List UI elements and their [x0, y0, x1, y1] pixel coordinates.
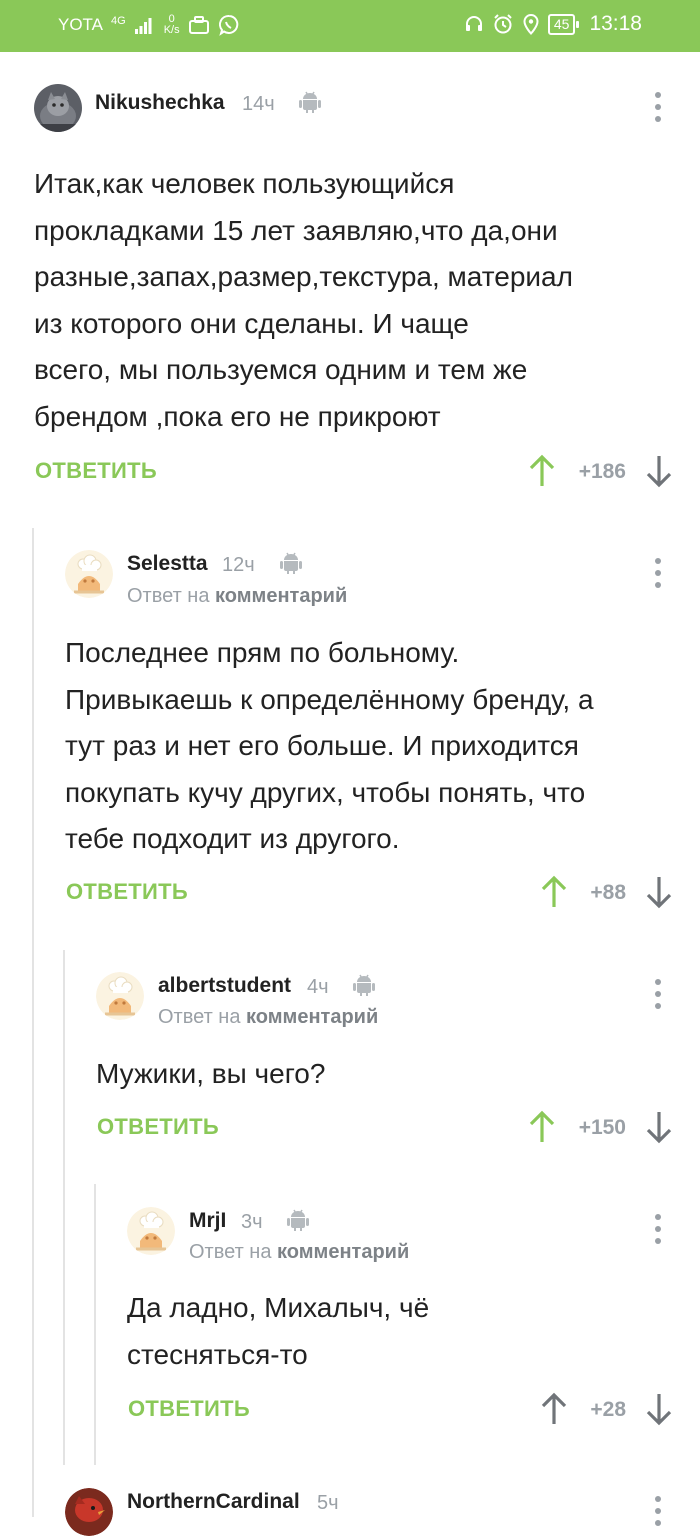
text-line: стесняться-то [127, 1338, 308, 1370]
battery-icon: 45 [547, 13, 579, 35]
arrow-down-icon[interactable] [645, 875, 673, 909]
username[interactable]: albertstudent [158, 974, 291, 998]
text-line: покупать кучу других, чтобы понять, что [65, 776, 586, 808]
reply-to-label: Ответ на комментарий [158, 1006, 378, 1029]
text-line: Привыкаешь к определённому бренду, а [65, 683, 594, 715]
arrow-up-icon[interactable] [528, 1110, 556, 1144]
comment-text: Да ладно, Михалыч, чё стесняться-то [127, 1285, 667, 1378]
location-icon [523, 13, 539, 35]
more-vertical-icon[interactable] [646, 977, 670, 1011]
text-line: тебе подходит из другого. [65, 823, 400, 854]
arrow-up-icon[interactable] [528, 454, 556, 488]
text-line: из которого они сделаны. И чаще [34, 307, 469, 339]
text-line: Да ладно, Михалыч, чё [127, 1292, 430, 1323]
android-icon [352, 974, 376, 997]
network-type: 4G [111, 14, 126, 27]
arrow-down-icon[interactable] [645, 1392, 673, 1426]
avatar[interactable] [127, 1207, 175, 1255]
arrow-down-icon[interactable] [645, 454, 673, 488]
arrow-down-icon[interactable] [645, 1110, 673, 1144]
username[interactable]: MrjI [189, 1209, 226, 1233]
viber-icon [218, 15, 238, 36]
avatar[interactable] [96, 972, 144, 1020]
signal-icon [134, 18, 152, 34]
text-line: всего, мы пользуемся одним и тем же [34, 354, 528, 385]
briefcase-icon [188, 16, 209, 34]
text-line: прокладками 15 лет заявляю,что да,они [34, 214, 558, 246]
status-bar: YOTA 4G 0 K/s 45 13:18 [0, 0, 700, 52]
more-vertical-icon[interactable] [646, 556, 670, 590]
reply-target-link[interactable]: комментарий [215, 585, 347, 607]
reply-target-link[interactable]: комментарий [277, 1241, 409, 1263]
vote-score: +150 [578, 1116, 626, 1139]
text-line: Итак,как человек пользующийся [34, 168, 455, 199]
more-vertical-icon[interactable] [646, 1212, 670, 1246]
carrier-label: YOTA [58, 15, 104, 34]
alarm-icon [494, 14, 512, 34]
more-vertical-icon[interactable] [646, 1494, 670, 1528]
comment-text: Мужики, вы чего? [96, 1051, 676, 1098]
reply-prefix: Ответ на [158, 1006, 241, 1028]
avatar[interactable] [34, 84, 82, 132]
reply-prefix: Ответ на [189, 1241, 272, 1263]
comment-time: 12ч [222, 554, 255, 576]
status-left: YOTA 4G 0 K/s [58, 14, 240, 36]
reply-to-label: Ответ на комментарий [189, 1241, 409, 1264]
android-icon [298, 91, 322, 114]
reply-to-label: Ответ на комментарий [127, 585, 347, 608]
vote-score: +186 [578, 460, 626, 483]
thread-line [94, 1184, 96, 1465]
text-line: тут раз и нет его больше. И приходится [65, 730, 579, 761]
reply-prefix: Ответ на [127, 585, 210, 607]
vote-score: +28 [590, 1398, 626, 1421]
reply-button[interactable]: ОТВЕТИТЬ [97, 1114, 219, 1140]
headset-icon [465, 16, 482, 31]
text-line: брендом ,пока его не прикроют [34, 400, 441, 432]
status-right: 45 13:18 [464, 12, 642, 36]
more-vertical-icon[interactable] [646, 90, 670, 124]
text-line: разные,запах,размер,текстура, материал [34, 261, 573, 292]
avatar[interactable] [65, 550, 113, 598]
net-speed: 0 K/s [164, 14, 180, 36]
reply-button[interactable]: ОТВЕТИТЬ [35, 458, 157, 484]
text-line: Мужики, вы чего? [96, 1058, 326, 1089]
comment-time: 3ч [241, 1211, 263, 1233]
clock: 13:18 [589, 12, 642, 35]
android-icon [279, 552, 303, 575]
reply-button[interactable]: ОТВЕТИТЬ [128, 1396, 250, 1422]
reply-button[interactable]: ОТВЕТИТЬ [66, 879, 188, 905]
thread-line [32, 528, 34, 1517]
avatar[interactable] [65, 1488, 113, 1536]
comment-text: Последнее прям по больному. Привыкаешь к… [65, 630, 680, 863]
thread-line [63, 950, 65, 1465]
comment-time: 4ч [307, 976, 329, 998]
text-line: Последнее прям по больному. [65, 637, 460, 668]
comment-time: 14ч [242, 93, 275, 115]
username[interactable]: NorthernCardinal [127, 1490, 300, 1514]
vote-score: +88 [590, 881, 626, 904]
comment-text: Итак,как человек пользующийся прокладкам… [34, 161, 674, 440]
reply-target-link[interactable]: комментарий [246, 1006, 378, 1028]
username[interactable]: Nikushechka [95, 91, 225, 115]
net-speed-unit: K/s [163, 24, 180, 36]
battery-level: 45 [553, 15, 570, 32]
android-icon [286, 1209, 310, 1232]
username[interactable]: Selestta [127, 552, 208, 576]
comment-time: 5ч [317, 1492, 339, 1514]
